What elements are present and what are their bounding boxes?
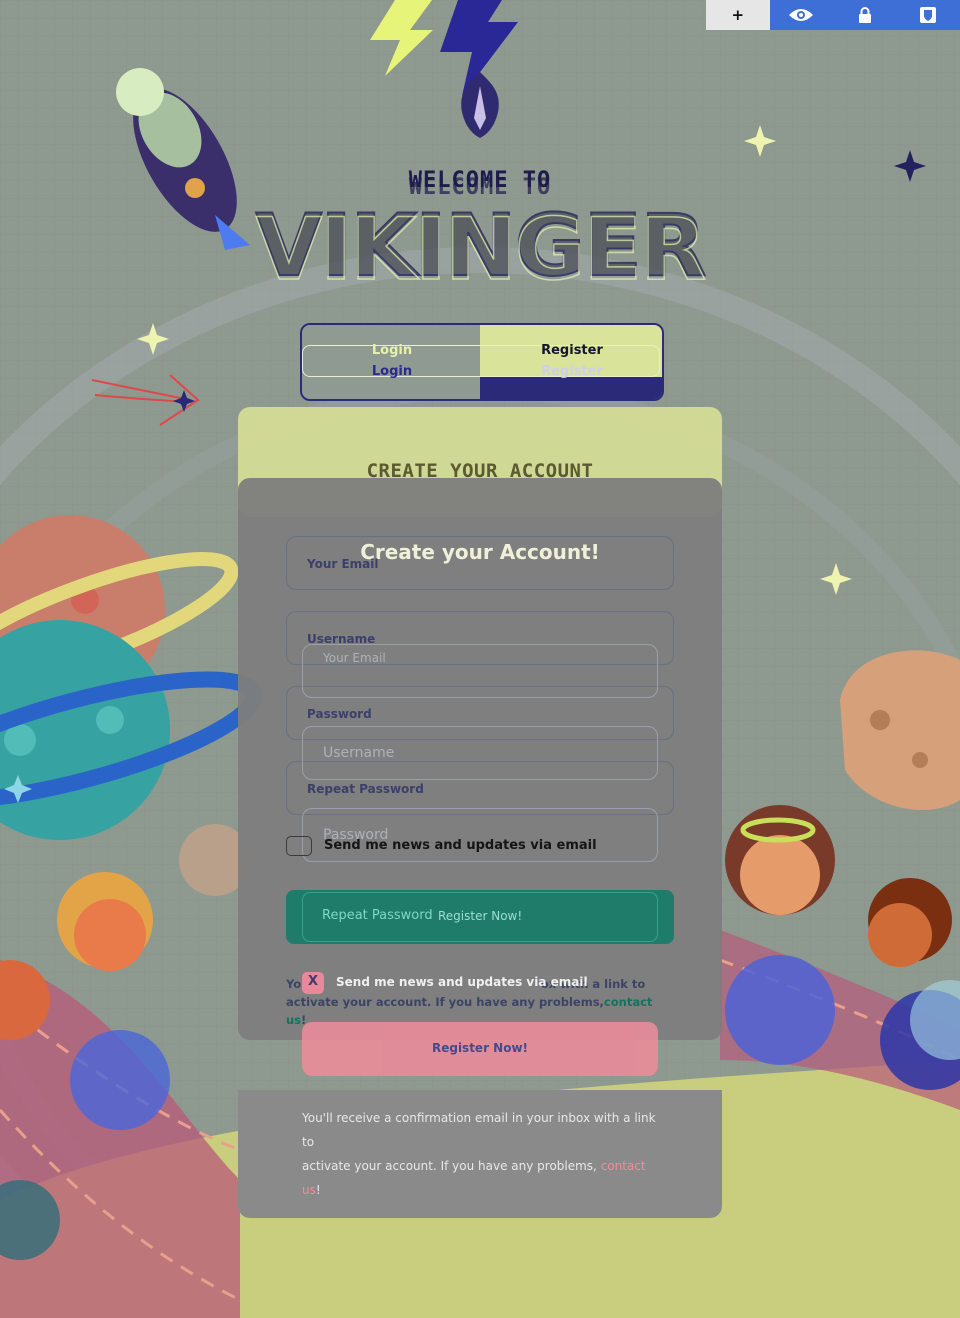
repeat-password-field-label: Repeat Password: [307, 782, 424, 796]
tab-register[interactable]: Register: [482, 343, 662, 358]
newsletter-label: Send me news and updates via email: [324, 838, 597, 853]
add-button[interactable]: +: [706, 0, 770, 30]
lower-line1: You'll receive a confirmation email in y…: [302, 1111, 656, 1149]
note-line2: activate your account. If you have any p…: [286, 995, 604, 1009]
bitwarden-icon: [920, 7, 937, 23]
tab-login[interactable]: Login: [302, 343, 482, 358]
confirmation-note-lower: You'll receive a confirmation email in y…: [302, 1106, 662, 1202]
register-now-ghost-label: Register Now!: [431, 1041, 529, 1055]
lock-button[interactable]: [833, 0, 897, 30]
email-field-label: Your Email: [307, 557, 379, 571]
eye-button[interactable]: [770, 0, 834, 30]
eye-icon: [789, 9, 814, 21]
tab-login-ghost: Login: [371, 364, 413, 379]
browser-extension-toolbar: +: [706, 0, 960, 30]
lower-line2: activate your account. If you have any p…: [302, 1159, 597, 1173]
lower-suffix: !: [315, 1183, 321, 1197]
email-placeholder: Your Email: [323, 651, 386, 665]
newsletter-checkbox[interactable]: [286, 836, 312, 856]
check-x-icon: X: [307, 974, 319, 989]
username-input[interactable]: Username: [302, 726, 658, 780]
email-field[interactable]: Your Email: [286, 536, 674, 590]
auth-tabs: Login Login Register Register: [300, 323, 664, 401]
bitwarden-button[interactable]: [897, 0, 960, 30]
tab-register-ghost: Register: [541, 364, 603, 379]
newsletter-checkbox-checked[interactable]: X: [302, 972, 324, 994]
password-input[interactable]: Password: [302, 808, 658, 862]
add-label: +: [731, 6, 745, 24]
lock-icon: [858, 7, 871, 23]
welcome-heading: WELCOME TO: [408, 168, 552, 193]
register-now-button-ghost[interactable]: Register Now!: [302, 1022, 658, 1076]
brand-title-outline: VIKINGER: [255, 199, 707, 301]
card-title: CREATE YOUR ACCOUNT: [366, 460, 594, 482]
email-input[interactable]: Your Email: [302, 644, 658, 698]
repeat-password-input[interactable]: [302, 892, 658, 942]
password-field-label: Password: [307, 707, 372, 721]
newsletter-label-ghost: Send me news and updates via email: [336, 975, 588, 989]
username-placeholder: Username: [323, 745, 395, 761]
